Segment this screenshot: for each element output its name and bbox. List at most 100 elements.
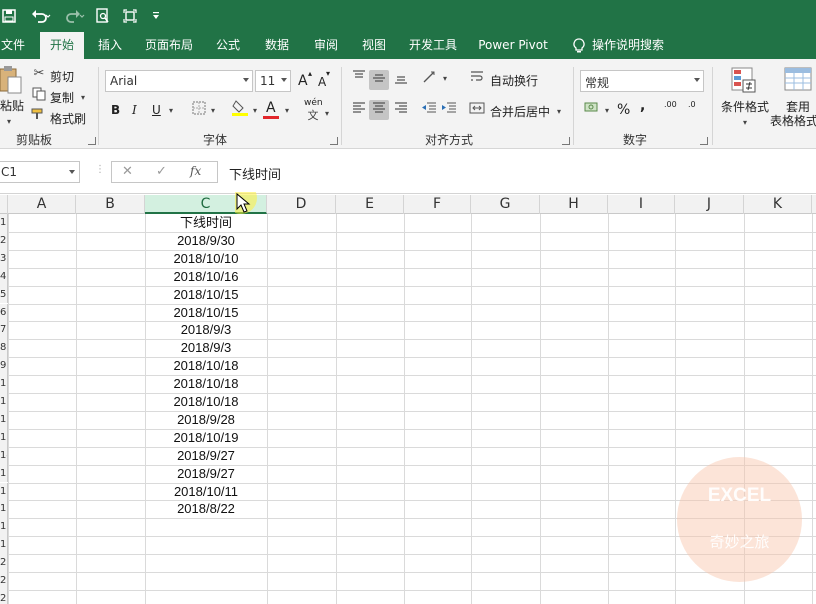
orientation-dropdown-icon[interactable]: ▾ [440,70,450,88]
column-header-a[interactable]: A [8,195,76,214]
decrease-decimal-button[interactable]: .0 [688,100,696,109]
insert-function-icon[interactable]: fx [190,164,201,178]
row-header[interactable]: 5 [0,285,8,304]
row-header[interactable]: 15 [0,464,8,483]
underline-dropdown-icon[interactable]: ▾ [166,102,176,120]
font-launcher-icon[interactable] [330,137,338,145]
italic-button[interactable]: I [132,103,137,117]
grow-font-button[interactable]: A [298,73,308,89]
cell-value[interactable]: 2018/10/18 [145,375,267,393]
cell-value[interactable]: 2018/8/22 [145,500,267,518]
phonetic-dropdown-icon[interactable]: ▾ [322,105,332,123]
row-header[interactable]: 7 [0,321,8,340]
fill-color-icon[interactable] [230,99,250,123]
paste-dropdown-icon[interactable]: ▾ [4,113,14,131]
column-header-i[interactable]: I [608,195,675,214]
number-launcher-icon[interactable] [700,137,708,145]
row-header[interactable]: 12 [0,410,8,429]
number-format-dropdown[interactable]: 常规 [580,70,704,92]
column-header-g[interactable]: G [471,195,540,214]
cell-value[interactable]: 2018/10/18 [145,357,267,375]
align-right-icon[interactable] [392,101,410,121]
column-header-f[interactable]: F [404,195,471,214]
row-header[interactable]: 6 [0,303,8,322]
row-header[interactable]: 1 [0,214,8,232]
cancel-icon[interactable]: ✕ [122,164,133,179]
increase-indent-icon[interactable] [440,101,458,121]
tab-formulas[interactable]: 公式 [208,32,248,59]
paste-icon[interactable] [0,65,22,95]
comma-button[interactable]: , [640,98,645,114]
underline-button[interactable]: U [152,103,161,117]
row-header[interactable]: 8 [0,339,8,358]
cell-value[interactable]: 2018/9/27 [145,447,267,465]
tab-page-layout[interactable]: 页面布局 [138,32,200,59]
borders-icon[interactable] [190,101,208,121]
page-fit-icon[interactable] [121,6,139,26]
align-top-icon[interactable] [350,70,368,90]
row-header[interactable]: 3 [0,249,8,268]
copy-dropdown-icon[interactable]: ▾ [78,89,88,107]
cell-value[interactable]: 2018/10/18 [145,393,267,411]
column-header-b[interactable]: B [76,195,145,214]
cut-icon[interactable]: ✂ [30,65,48,83]
cell-value[interactable]: 2018/9/27 [145,465,267,483]
cell-value[interactable]: 2018/10/15 [145,286,267,304]
cell-value[interactable]: 2018/10/16 [145,268,267,286]
cell-value[interactable]: 2018/10/10 [145,250,267,268]
font-size-dropdown[interactable]: 11 [255,70,291,92]
format-painter-icon[interactable] [30,107,48,127]
format-as-table-icon[interactable] [784,67,812,95]
orientation-icon[interactable] [421,70,439,90]
row-header[interactable]: 11 [0,393,8,411]
tab-developer[interactable]: 开发工具 [402,32,464,59]
cell-value[interactable]: 2018/9/3 [145,339,267,357]
merge-center-button[interactable]: 合并后居中 [490,103,550,120]
column-header-h[interactable]: H [540,195,608,214]
shrink-font-button[interactable]: A [318,75,326,89]
font-name-dropdown[interactable]: Arial [105,70,253,92]
percent-button[interactable]: % [617,102,630,118]
name-box[interactable]: C1 [0,161,80,183]
increase-decimal-button[interactable]: .00 [664,100,677,109]
cell-value[interactable]: 2018/10/11 [145,483,267,501]
tab-file[interactable]: 文件 [0,32,26,59]
font-color-button[interactable]: A [266,100,276,116]
copy-button[interactable]: 复制 [50,89,74,106]
row-header[interactable]: 22 [0,589,8,604]
tab-review[interactable]: 审阅 [306,32,346,59]
clipboard-launcher-icon[interactable] [88,137,96,145]
enter-icon[interactable]: ✓ [156,164,167,179]
column-header-k[interactable]: K [744,195,812,214]
cell-value[interactable]: 2018/10/19 [145,429,267,447]
row-header[interactable]: 9 [0,357,8,376]
merge-dropdown-icon[interactable]: ▾ [554,103,564,121]
tab-power-pivot[interactable]: Power Pivot [474,32,552,59]
tell-me-search[interactable]: 操作说明搜索 [592,32,670,59]
merge-center-icon[interactable] [468,101,486,121]
undo-icon[interactable] [28,6,54,26]
row-header[interactable]: 2 [0,231,8,250]
borders-dropdown-icon[interactable]: ▾ [208,102,218,120]
customize-qat-icon[interactable] [150,6,162,26]
format-painter-button[interactable]: 格式刷 [50,110,86,127]
row-header[interactable]: 10 [0,375,8,393]
cell-value[interactable]: 2018/10/15 [145,304,267,322]
row-header[interactable]: 17 [0,500,8,519]
column-header-j[interactable]: J [675,195,744,214]
bold-button[interactable]: B [111,103,120,117]
row-header[interactable]: 18 [0,518,8,537]
decrease-indent-icon[interactable] [420,101,438,121]
wrap-text-button[interactable]: 自动换行 [490,72,538,89]
alignment-launcher-icon[interactable] [562,137,570,145]
copy-icon[interactable] [30,87,48,107]
align-bottom-icon[interactable] [392,70,410,90]
tab-home[interactable]: 开始 [40,32,84,59]
row-header[interactable]: 13 [0,428,8,447]
row-header[interactable]: 19 [0,536,8,555]
print-preview-icon[interactable] [94,6,112,26]
tab-view[interactable]: 视图 [354,32,394,59]
paste-button[interactable]: 粘贴 [0,97,24,114]
select-all-corner[interactable] [0,195,8,214]
tab-data[interactable]: 数据 [256,32,298,59]
